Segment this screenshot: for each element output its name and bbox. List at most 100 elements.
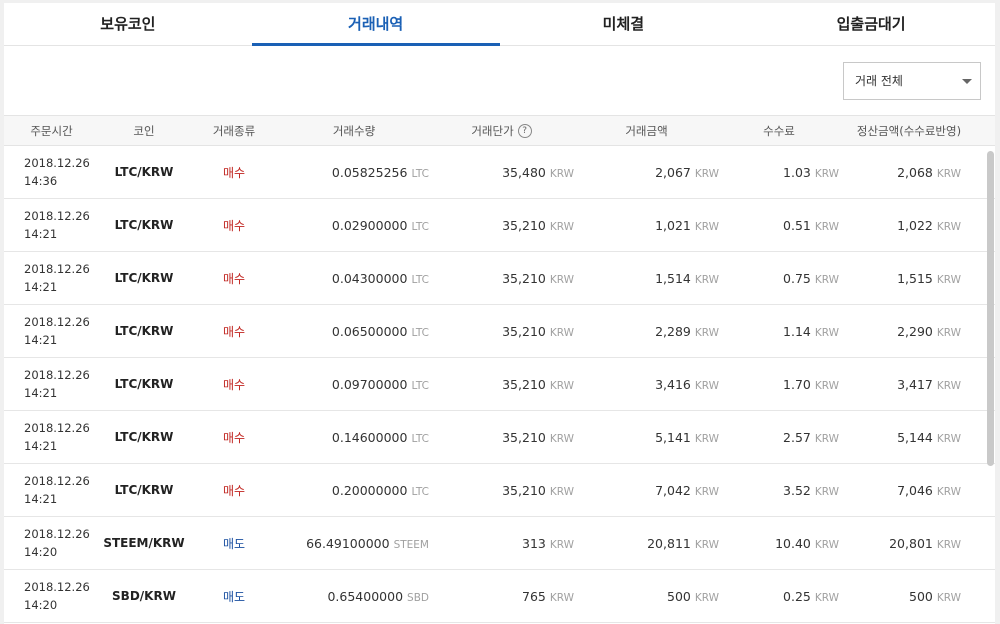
trade-type: 매수 bbox=[222, 218, 246, 233]
settlement-unit: KRW bbox=[936, 167, 961, 180]
tab-pending-orders[interactable]: 미체결 bbox=[500, 3, 748, 45]
table-row: 2018.12.26 14:21 LTC/KRW 매수 0.02900000 LTC 35,… bbox=[4, 199, 995, 252]
settlement: 20,801 bbox=[889, 535, 933, 551]
header-amount: 거래금액 bbox=[625, 123, 668, 138]
settlement-unit: KRW bbox=[936, 485, 961, 498]
amount-unit: KRW bbox=[694, 379, 719, 392]
quantity-cell: 66.49100000 STEEM bbox=[279, 536, 429, 551]
amount-cell: 1,514 KRW bbox=[574, 271, 719, 286]
amount: 500 bbox=[667, 588, 691, 604]
tab-bar: 보유코인 거래내역 미체결 입출금대기 bbox=[4, 3, 995, 46]
chevron-down-icon bbox=[962, 79, 972, 84]
question-circle-icon[interactable]: ? bbox=[517, 124, 532, 138]
fee: 0.51 bbox=[783, 217, 811, 233]
header-order-time: 주문시간 bbox=[30, 123, 73, 138]
table-row: 2018.12.26 14:21 LTC/KRW 매수 0.20000000 LTC 35,… bbox=[4, 464, 995, 517]
order-date: 2018.12.26 bbox=[24, 527, 90, 541]
amount-cell: 2,067 KRW bbox=[574, 165, 719, 180]
settlement: 500 bbox=[909, 588, 933, 604]
fee-cell: 1.03 KRW bbox=[719, 165, 839, 180]
amount: 2,067 bbox=[655, 164, 691, 180]
quantity-unit: STEEM bbox=[393, 538, 429, 551]
trade-panel: 보유코인 거래내역 미체결 입출금대기 거래 전체 주문시간 코인 거래종류 거… bbox=[4, 3, 995, 624]
tab-deposit-withdraw-pending[interactable]: 입출금대기 bbox=[747, 3, 995, 45]
fee: 0.75 bbox=[783, 270, 811, 286]
amount: 7,042 bbox=[655, 482, 691, 498]
settlement: 2,290 bbox=[897, 323, 933, 339]
order-time: 2018.12.26 14:20 bbox=[4, 525, 99, 561]
settlement-unit: KRW bbox=[936, 591, 961, 604]
order-time: 2018.12.26 14:21 bbox=[4, 366, 99, 402]
price-cell: 35,210 KRW bbox=[429, 430, 574, 445]
quantity: 0.14600000 bbox=[331, 429, 408, 445]
fee-cell: 1.70 KRW bbox=[719, 377, 839, 392]
order-clock: 14:21 bbox=[24, 333, 58, 347]
trade-type: 매수 bbox=[222, 430, 246, 445]
price-unit: KRW bbox=[549, 432, 574, 445]
amount-cell: 500 KRW bbox=[574, 589, 719, 604]
amount-cell: 1,021 KRW bbox=[574, 218, 719, 233]
fee-unit: KRW bbox=[814, 591, 839, 604]
price-cell: 765 KRW bbox=[429, 589, 574, 604]
amount-cell: 20,811 KRW bbox=[574, 536, 719, 551]
price-cell: 35,210 KRW bbox=[429, 218, 574, 233]
trade-type-select-value: 거래 전체 bbox=[855, 74, 903, 88]
quantity-unit: LTC bbox=[411, 326, 429, 339]
tab-holdings[interactable]: 보유코인 bbox=[4, 3, 252, 45]
settlement-cell: 500 KRW bbox=[839, 589, 979, 604]
trade-type: 매수 bbox=[222, 271, 246, 286]
quantity: 0.06500000 bbox=[331, 323, 408, 339]
coin-pair: LTC/KRW bbox=[114, 324, 174, 338]
settlement-cell: 5,144 KRW bbox=[839, 430, 979, 445]
order-time: 2018.12.26 14:21 bbox=[4, 313, 99, 349]
quantity: 0.65400000 bbox=[327, 588, 404, 604]
order-clock: 14:36 bbox=[24, 174, 58, 188]
tab-trade-history[interactable]: 거래내역 bbox=[251, 3, 500, 46]
quantity-cell: 0.20000000 LTC bbox=[279, 483, 429, 498]
quantity-cell: 0.14600000 LTC bbox=[279, 430, 429, 445]
order-clock: 14:21 bbox=[24, 492, 58, 506]
order-clock: 14:20 bbox=[24, 598, 58, 612]
order-time: 2018.12.26 14:20 bbox=[4, 578, 99, 614]
trade-type-select[interactable]: 거래 전체 bbox=[843, 62, 981, 100]
order-date: 2018.12.26 bbox=[24, 209, 90, 223]
coin-pair: SBD/KRW bbox=[112, 589, 176, 603]
header-settlement: 정산금액(수수료반영) bbox=[856, 123, 962, 138]
quantity: 0.04300000 bbox=[331, 270, 408, 286]
unit-price: 35,480 bbox=[502, 164, 546, 180]
coin-pair: LTC/KRW bbox=[114, 218, 174, 232]
amount-unit: KRW bbox=[694, 273, 719, 286]
coin-pair: LTC/KRW bbox=[114, 377, 174, 391]
table-row: 2018.12.26 14:21 LTC/KRW 매수 0.09700000 LTC 35,… bbox=[4, 358, 995, 411]
quantity-cell: 0.06500000 LTC bbox=[279, 324, 429, 339]
unit-price: 313 bbox=[522, 535, 546, 551]
unit-price: 35,210 bbox=[502, 376, 546, 392]
fee-cell: 1.14 KRW bbox=[719, 324, 839, 339]
price-unit: KRW bbox=[549, 326, 574, 339]
price-cell: 313 KRW bbox=[429, 536, 574, 551]
header-quantity: 거래수량 bbox=[332, 123, 376, 138]
quantity-cell: 0.09700000 LTC bbox=[279, 377, 429, 392]
fee-cell: 2.57 KRW bbox=[719, 430, 839, 445]
fee-unit: KRW bbox=[814, 432, 839, 445]
settlement-cell: 2,068 KRW bbox=[839, 165, 979, 180]
quantity: 0.02900000 bbox=[331, 217, 408, 233]
scrollbar[interactable] bbox=[987, 151, 994, 466]
table-body: 2018.12.26 14:36 LTC/KRW 매수 0.05825256 LTC 35,… bbox=[4, 146, 995, 623]
table-header: 주문시간 코인 거래종류 거래수량 거래단가? 거래금액 수수료 정산금액(수수… bbox=[4, 116, 995, 146]
amount: 3,416 bbox=[655, 376, 691, 392]
amount-cell: 7,042 KRW bbox=[574, 483, 719, 498]
settlement: 3,417 bbox=[897, 376, 933, 392]
header-unit-price: 거래단가? bbox=[429, 123, 574, 139]
settlement-unit: KRW bbox=[936, 220, 961, 233]
amount: 5,141 bbox=[655, 429, 691, 445]
table-row: 2018.12.26 14:21 LTC/KRW 매수 0.06500000 LTC 35,… bbox=[4, 305, 995, 358]
settlement-unit: KRW bbox=[936, 326, 961, 339]
price-unit: KRW bbox=[549, 167, 574, 180]
coin-pair: STEEM/KRW bbox=[103, 536, 185, 550]
fee-unit: KRW bbox=[814, 485, 839, 498]
amount-cell: 5,141 KRW bbox=[574, 430, 719, 445]
quantity-unit: LTC bbox=[411, 485, 429, 498]
header-fee: 수수료 bbox=[763, 123, 795, 138]
price-cell: 35,210 KRW bbox=[429, 324, 574, 339]
